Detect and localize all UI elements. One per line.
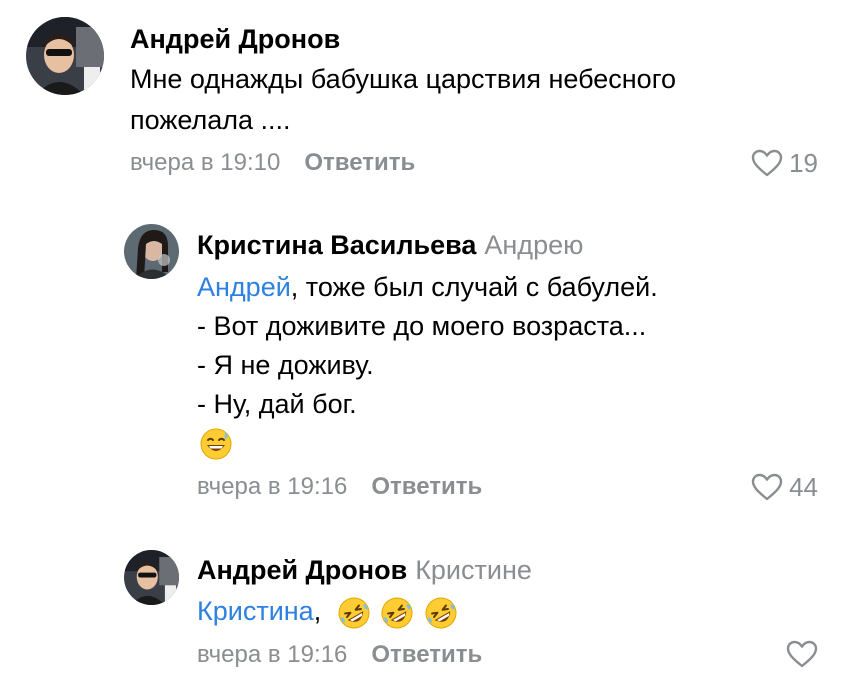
comment-text-line: Мне однажды бабушка царствия небесного	[130, 64, 676, 94]
mention-link[interactable]: Кристина	[197, 596, 314, 626]
like-button[interactable]: 19	[751, 148, 818, 178]
avatar-kristina[interactable]	[124, 224, 179, 279]
timestamp: вчера в 19:16	[197, 641, 348, 668]
comment-text-line: - Ну, дай бог.	[197, 389, 357, 419]
rofl-emoji	[380, 596, 414, 630]
comment-meta: вчера в 19:16 Ответить	[197, 640, 482, 670]
heart-outline-icon	[751, 149, 783, 177]
avatar-andrey[interactable]	[124, 550, 179, 605]
author-name[interactable]: Андрей Дронов	[130, 24, 340, 54]
comment-kristina: Кристина Васильева Андрею Андрей, тоже бы…	[0, 190, 850, 520]
author-name[interactable]: Андрей Дронов	[197, 555, 407, 585]
reply-to-label[interactable]: Кристине	[415, 555, 532, 585]
comment-andrey-1: Андрей Дронов Мне однажды бабушка царств…	[0, 0, 850, 190]
comment-text-line: - Вот доживите до моего возраста...	[197, 311, 647, 341]
reply-button[interactable]: Ответить	[371, 473, 482, 500]
comment-andrey-2: Андрей Дронов Кристине Кристина, вчера в…	[0, 520, 850, 689]
like-button[interactable]	[786, 640, 818, 668]
author-name[interactable]: Кристина Васильева	[197, 230, 476, 260]
comment-meta: вчера в 19:10 Ответить	[130, 148, 415, 178]
rofl-emoji	[337, 596, 371, 630]
avatar-andrey[interactable]	[26, 17, 104, 95]
sweat-smile-emoji	[199, 427, 233, 461]
comment-meta: вчера в 19:16 Ответить	[197, 472, 482, 502]
like-count: 19	[789, 148, 818, 178]
reply-button[interactable]: Ответить	[371, 641, 482, 668]
comment-text-line: Кристина,	[197, 594, 458, 630]
comment-text-line: пожелала ....	[130, 105, 291, 135]
comment-text-line: - Я не доживу.	[197, 350, 374, 380]
author-line: Андрей Дронов	[130, 22, 340, 56]
rofl-emoji	[424, 596, 458, 630]
like-button[interactable]: 44	[751, 472, 818, 502]
like-count: 44	[789, 472, 818, 502]
heart-outline-icon	[751, 473, 783, 501]
timestamp: вчера в 19:16	[197, 473, 348, 500]
emoji-line	[199, 427, 233, 461]
comment-text: ,	[313, 596, 322, 626]
reply-button[interactable]: Ответить	[304, 149, 415, 176]
reply-to-label[interactable]: Андрею	[484, 230, 583, 260]
mention-link[interactable]: Андрей	[197, 272, 291, 302]
comment-text-line: Андрей, тоже был случай с бабулей.	[197, 270, 658, 304]
timestamp: вчера в 19:10	[130, 149, 281, 176]
comment-text: , тоже был случай с бабулей.	[290, 272, 658, 302]
heart-outline-icon	[786, 640, 818, 668]
author-line: Андрей Дронов Кристине	[197, 553, 532, 587]
author-line: Кристина Васильева Андрею	[197, 228, 583, 262]
